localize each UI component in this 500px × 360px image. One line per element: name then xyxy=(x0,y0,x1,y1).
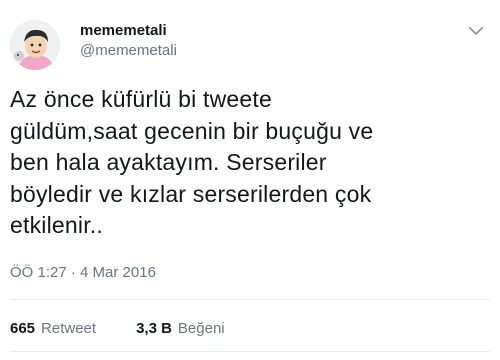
tweet-text-line: etkilenir.. xyxy=(10,212,103,238)
like-count: 3,3 B xyxy=(136,320,172,337)
tweet-stats: 665 Retweet 3,3 B Beğeni xyxy=(10,320,225,337)
cartoon-avatar-icon xyxy=(10,20,60,70)
divider xyxy=(10,299,490,300)
tweet-text: Az önce küfürlü bi tweete güldüm,saat ge… xyxy=(10,84,480,242)
retweet-count: 665 xyxy=(10,320,36,337)
retweet-stat[interactable]: 665 Retweet xyxy=(10,320,96,337)
chevron-down-icon[interactable] xyxy=(468,24,484,36)
tweet-card: mememetali @mememetali Az önce küfürlü b… xyxy=(0,0,500,360)
tweet-text-line: Az önce küfürlü bi tweete xyxy=(10,86,272,112)
tweet-text-line: güldüm,saat gecenin bir buçuğu ve xyxy=(10,117,374,144)
divider xyxy=(10,351,490,352)
tweet-text-line: böyledir ve kızlar serserilerden çok xyxy=(10,180,372,207)
tweet-timestamp[interactable]: ÖÖ 1:27 · 4 Mar 2016 xyxy=(10,264,156,281)
tweet-text-line: ben hala ayaktayım. Serseriler xyxy=(10,149,327,175)
like-label: Beğeni xyxy=(177,320,225,337)
user-handle[interactable]: @mememetali xyxy=(80,42,177,59)
retweet-label: Retweet xyxy=(41,320,97,337)
user-avatar[interactable] xyxy=(10,20,60,70)
display-name[interactable]: mememetali xyxy=(80,22,167,39)
like-stat[interactable]: 3,3 B Beğeni xyxy=(136,320,225,337)
